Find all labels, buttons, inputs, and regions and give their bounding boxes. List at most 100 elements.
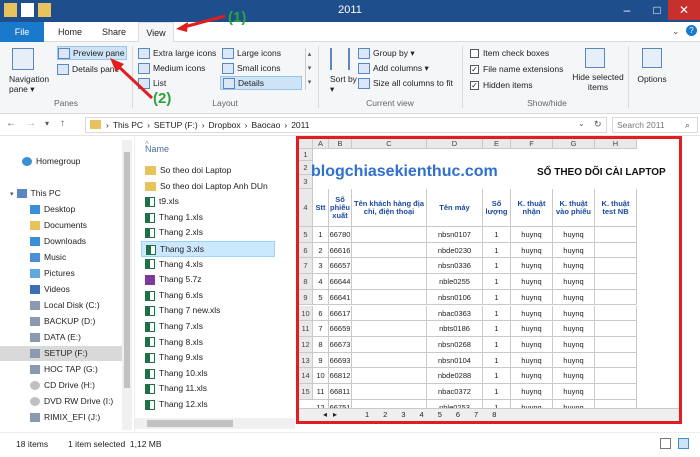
nav-item-hoc-tap-g[interactable]: HOC TAP (G:): [30, 362, 150, 377]
list-item[interactable]: Thang 10.xls: [145, 366, 285, 382]
up-arrow-icon[interactable]: ↑: [60, 118, 65, 129]
table-cell: [595, 289, 637, 306]
list-item[interactable]: Thang 11.xls: [145, 381, 285, 397]
row-number: 7: [299, 258, 313, 275]
table-cell: huynq: [553, 368, 595, 384]
sheet-tab[interactable]: 6: [456, 410, 460, 419]
table-cell: 66780: [329, 227, 352, 243]
chevron-down-icon[interactable]: ⌄: [578, 119, 585, 128]
folder-icon: [90, 120, 101, 129]
table-cell: huynq: [553, 321, 595, 337]
list-item[interactable]: Thang 6.xls: [145, 288, 285, 304]
nav-label: Pictures: [44, 268, 75, 278]
nav-item-rimix-efi-j[interactable]: RIMIX_EFI (J:): [30, 410, 150, 425]
list-item[interactable]: Thang 7 new.xls: [145, 303, 285, 319]
nav-label: Desktop: [44, 204, 76, 214]
forward-arrow-icon[interactable]: →: [26, 118, 36, 129]
nav-item-cd-drive-h[interactable]: CD Drive (H:): [30, 378, 150, 393]
sheet-tab[interactable]: 4: [420, 410, 424, 419]
folder-icon: [145, 166, 156, 176]
file-list-hscrollbar[interactable]: [135, 418, 295, 429]
table-cell: 1: [483, 242, 511, 259]
sheet-tabs-bar: ◂ ▸ 1 2 3 4 5 6 7 8: [299, 408, 679, 421]
list-item[interactable]: Thang 5.7z: [145, 272, 285, 288]
nav-item-backup-d[interactable]: BACKUP (D:): [30, 314, 150, 329]
table-cell: nbde0288: [427, 368, 483, 384]
nav-label: Music: [44, 252, 67, 262]
list-item[interactable]: So theo doi Laptop Anh DUn: [145, 179, 285, 195]
nav-item-pictures[interactable]: Pictures: [30, 266, 150, 281]
recent-locations-icon[interactable]: ▾: [45, 119, 49, 128]
table-cell: nbac0372: [427, 384, 483, 400]
nav-item-this-pc[interactable]: ▾ This PC: [10, 186, 130, 201]
sheet-tab[interactable]: 8: [492, 410, 496, 419]
nav-label: Local Disk (C:): [44, 300, 100, 310]
large-icons-view-icon[interactable]: [678, 438, 689, 449]
refresh-icon[interactable]: ↻: [594, 119, 602, 130]
list-item[interactable]: Thang 2.xls: [145, 225, 285, 241]
search-input[interactable]: Search 2011 ⌕: [612, 117, 698, 133]
list-item[interactable]: Thang 4.xls: [145, 257, 285, 273]
drive-icon: [30, 349, 40, 359]
breadcrumb-setup[interactable]: SETUP (F:): [154, 120, 198, 130]
breadcrumb-dropbox[interactable]: Dropbox: [209, 120, 241, 130]
table-cell: [352, 227, 427, 243]
table-cell: [352, 384, 427, 400]
column-letter: G: [553, 139, 595, 149]
table-cell: 9: [313, 352, 329, 369]
sheet-nav-arrow-icon[interactable]: ◂: [323, 410, 327, 419]
list-item[interactable]: So theo doi Laptop: [145, 163, 285, 179]
back-arrow-icon[interactable]: ←: [6, 118, 16, 129]
excel-file-icon: [145, 384, 155, 395]
sheet-corner: [299, 139, 313, 149]
nav-item-videos[interactable]: Videos: [30, 282, 150, 297]
list-item[interactable]: t9.xls: [145, 194, 285, 210]
sheet-tab[interactable]: 3: [401, 410, 405, 419]
table-cell: [352, 305, 427, 322]
details-view-icon[interactable]: [660, 438, 671, 449]
list-item[interactable]: Thang 12.xls: [145, 397, 285, 413]
nav-item-documents[interactable]: Documents: [30, 218, 150, 233]
table-cell: 1: [483, 289, 511, 306]
nav-item-dvd-drive-i[interactable]: DVD RW Drive (I:): [30, 394, 150, 409]
table-cell: huynq: [511, 289, 553, 306]
sheet-tab[interactable]: 5: [438, 410, 442, 419]
nav-scrollbar[interactable]: [122, 140, 132, 430]
sheet-tab[interactable]: 1: [365, 410, 369, 419]
nav-item-music[interactable]: Music: [30, 250, 150, 265]
hscrollbar-thumb[interactable]: [147, 420, 233, 427]
breadcrumb-baocao[interactable]: Baocao: [252, 120, 281, 130]
nav-item-setup-f[interactable]: SETUP (F:): [0, 346, 124, 361]
excel-file-icon: [145, 259, 155, 270]
list-item[interactable]: Thang 1.xls: [145, 210, 285, 226]
list-item[interactable]: Thang 9.xls: [145, 350, 285, 366]
sheet-tab[interactable]: 2: [383, 410, 387, 419]
column-letter: E: [483, 139, 511, 149]
breadcrumb-this-pc[interactable]: This PC: [113, 120, 143, 130]
row-number: 4: [299, 189, 313, 227]
table-cell: huynq: [553, 336, 595, 353]
nav-label: HOC TAP (G:): [44, 364, 98, 374]
excel-file-icon: [145, 196, 155, 207]
column-header-name[interactable]: Name: [145, 144, 169, 154]
excel-file-icon: [145, 352, 155, 363]
breadcrumb-2011[interactable]: 2011: [291, 120, 309, 130]
item-count: 18 items: [16, 439, 49, 449]
chevron-down-icon[interactable]: ▾: [10, 191, 14, 198]
table-cell: huynq: [553, 289, 595, 306]
column-letter: A: [313, 139, 329, 149]
folder-icon: [145, 181, 156, 191]
list-item-selected[interactable]: Thang 3.xls: [141, 241, 275, 257]
nav-item-downloads[interactable]: Downloads: [30, 234, 150, 249]
sheet-nav-arrow-icon[interactable]: ▸: [333, 410, 337, 419]
downloads-icon: [30, 237, 40, 247]
table-cell: 11: [313, 384, 329, 400]
address-path[interactable]: › This PC › SETUP (F:) › Dropbox › Baocao › …: [85, 117, 607, 133]
nav-item-desktop[interactable]: Desktop: [30, 202, 150, 217]
nav-scrollbar-thumb[interactable]: [124, 152, 130, 388]
list-item[interactable]: Thang 7.xls: [145, 319, 285, 335]
nav-item-data-e[interactable]: DATA (E:): [30, 330, 150, 345]
list-item[interactable]: Thang 8.xls: [145, 335, 285, 351]
nav-item-local-disk-c[interactable]: Local Disk (C:): [30, 298, 150, 313]
sheet-tab[interactable]: 7: [474, 410, 478, 419]
